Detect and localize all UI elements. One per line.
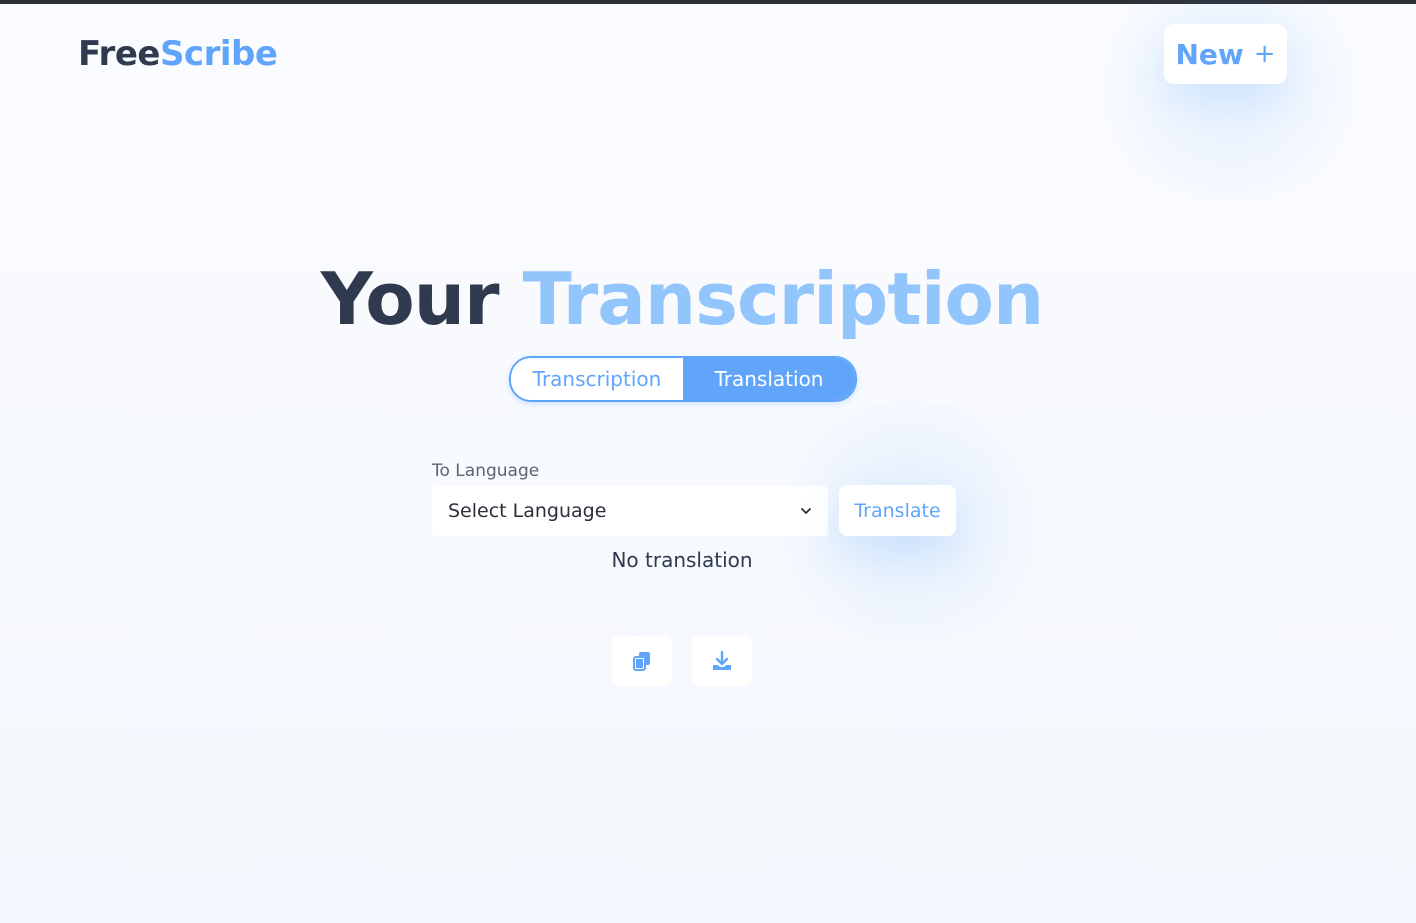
- page-title-transcription: Transcription: [522, 257, 1045, 341]
- translate-button[interactable]: Translate: [839, 485, 956, 536]
- chevron-down-icon: [801, 508, 811, 514]
- tab-translation[interactable]: Translation: [683, 358, 855, 400]
- language-select[interactable]: Select Language: [432, 486, 828, 536]
- new-button[interactable]: New +: [1164, 24, 1287, 84]
- logo-text-free: Free: [78, 34, 160, 74]
- translation-status: No translation: [611, 548, 753, 572]
- language-select-value: Select Language: [448, 500, 607, 522]
- copy-icon: [633, 652, 650, 671]
- download-icon: [713, 650, 731, 670]
- download-button[interactable]: [692, 636, 752, 686]
- app-logo[interactable]: FreeScribe: [78, 34, 278, 74]
- page-title-your: Your: [320, 257, 500, 341]
- logo-text-scribe: Scribe: [159, 34, 278, 74]
- view-tabs: Transcription Translation: [509, 356, 857, 402]
- to-language-label: To Language: [432, 461, 540, 481]
- tab-transcription[interactable]: Transcription: [511, 358, 683, 400]
- app-header: FreeScribe New +: [0, 4, 1416, 104]
- plus-icon: +: [1253, 39, 1276, 69]
- new-button-label: New: [1175, 37, 1244, 71]
- page-title: Your Transcription: [0, 257, 1364, 341]
- copy-button[interactable]: [612, 636, 672, 686]
